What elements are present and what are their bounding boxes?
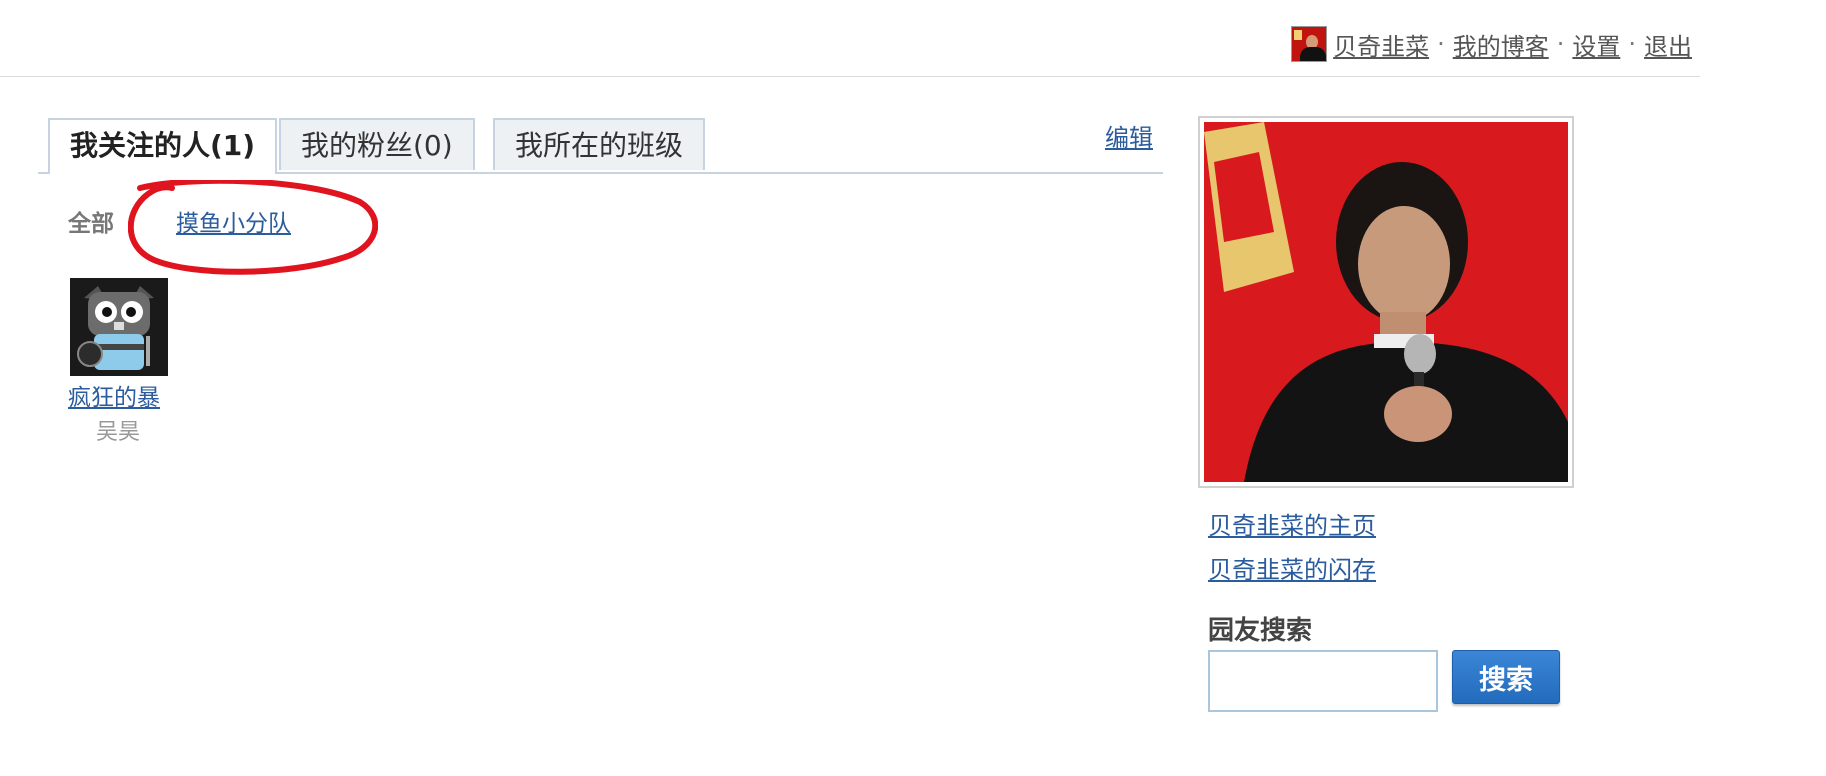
logout-link[interactable]: 退出 xyxy=(1644,27,1692,62)
group-filter: 全部 摸鱼小分队 xyxy=(68,204,291,238)
search-title: 园友搜索 xyxy=(1208,616,1313,646)
group-all[interactable]: 全部 xyxy=(68,204,114,238)
tab-my-class[interactable]: 我所在的班级 xyxy=(493,118,706,170)
homepage-link[interactable]: 贝奇韭菜的主页 xyxy=(1208,506,1376,541)
search-button[interactable]: 搜索 xyxy=(1452,650,1560,704)
group-moyu-squad[interactable]: 摸鱼小分队 xyxy=(176,204,291,238)
user-avatar[interactable] xyxy=(70,278,168,376)
gopher-avatar-icon xyxy=(70,278,168,376)
edit-link[interactable]: 编辑 xyxy=(1105,118,1153,153)
profile-photo-image xyxy=(1204,122,1568,482)
flash-link[interactable]: 贝奇韭菜的闪存 xyxy=(1208,550,1376,585)
following-user-name[interactable]: 疯狂的暴 xyxy=(68,378,168,412)
settings-link[interactable]: 设置 xyxy=(1572,27,1620,62)
tab-fans[interactable]: 我的粉丝(0) xyxy=(279,118,475,170)
tab-following[interactable]: 我关注的人(1) xyxy=(48,118,278,174)
page: 贝奇韭菜 · 我的博客 · 设置 · 退出 我关注的人(1) 我的粉丝(0) 我… xyxy=(0,0,1826,776)
user-nav: 贝奇韭菜 · 我的博客 · 设置 · 退出 xyxy=(1291,26,1692,62)
separator: · xyxy=(1628,30,1636,58)
top-bar: 贝奇韭菜 · 我的博客 · 设置 · 退出 xyxy=(0,0,1700,77)
tab-bar: 我关注的人(1) 我的粉丝(0) 我所在的班级 编辑 xyxy=(38,116,1163,174)
profile-photo[interactable] xyxy=(1198,116,1574,488)
separator: · xyxy=(1556,30,1565,58)
my-blog-link[interactable]: 我的博客 xyxy=(1453,27,1549,62)
separator: · xyxy=(1437,30,1445,58)
search-input[interactable] xyxy=(1208,650,1438,712)
username-link[interactable]: 贝奇韭菜 xyxy=(1333,27,1429,62)
user-avatar-small[interactable] xyxy=(1291,26,1328,62)
following-user-realname: 吴昊 xyxy=(95,420,140,445)
following-user-card: 疯狂的暴 吴昊 xyxy=(68,278,168,446)
